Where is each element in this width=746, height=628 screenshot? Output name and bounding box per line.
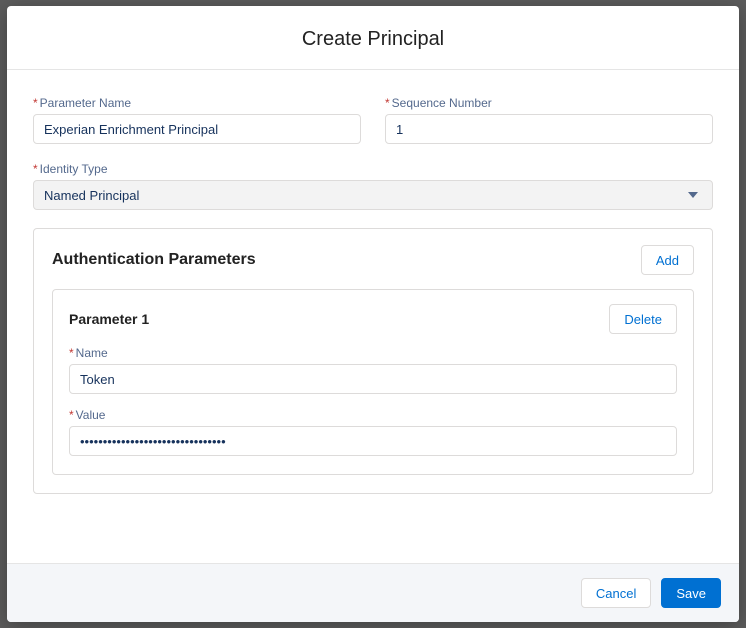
auth-parameter-item: Parameter 1 Delete *Name *Value [52, 289, 694, 475]
required-indicator: * [33, 96, 38, 110]
modal-footer: Cancel Save [7, 563, 739, 622]
parameter-name-label: *Parameter Name [33, 96, 361, 110]
sequence-number-input[interactable] [385, 114, 713, 144]
param-value-input[interactable] [69, 426, 677, 456]
required-indicator: * [69, 408, 74, 422]
identity-type-label: *Identity Type [33, 162, 713, 176]
delete-button[interactable]: Delete [609, 304, 677, 334]
param-value-field: *Value [69, 408, 677, 456]
modal-body: *Parameter Name *Sequence Number *Identi… [7, 70, 739, 563]
parameter-name-input[interactable] [33, 114, 361, 144]
chevron-down-icon [688, 192, 698, 198]
cancel-button[interactable]: Cancel [581, 578, 651, 608]
modal-title: Create Principal [7, 6, 739, 70]
auth-parameter-header: Parameter 1 Delete [69, 304, 677, 334]
param-value-label: *Value [69, 408, 677, 422]
auth-panel-title: Authentication Parameters [52, 251, 256, 269]
create-principal-modal: Create Principal *Parameter Name *Sequen… [7, 6, 739, 622]
required-indicator: * [69, 346, 74, 360]
auth-parameter-title: Parameter 1 [69, 311, 149, 327]
identity-type-select[interactable]: Named Principal [33, 180, 713, 210]
required-indicator: * [385, 96, 390, 110]
required-indicator: * [33, 162, 38, 176]
param-name-input[interactable] [69, 364, 677, 394]
top-fields-row: *Parameter Name *Sequence Number [33, 96, 713, 144]
param-name-field: *Name [69, 346, 677, 394]
identity-type-field: *Identity Type Named Principal [33, 162, 713, 210]
parameter-name-field: *Parameter Name [33, 96, 361, 144]
sequence-number-field: *Sequence Number [385, 96, 713, 144]
sequence-number-label: *Sequence Number [385, 96, 713, 110]
identity-type-value: Named Principal [44, 188, 139, 203]
auth-panel-header: Authentication Parameters Add [52, 245, 694, 275]
add-button[interactable]: Add [641, 245, 694, 275]
save-button[interactable]: Save [661, 578, 721, 608]
param-name-label: *Name [69, 346, 677, 360]
auth-parameters-panel: Authentication Parameters Add Parameter … [33, 228, 713, 494]
